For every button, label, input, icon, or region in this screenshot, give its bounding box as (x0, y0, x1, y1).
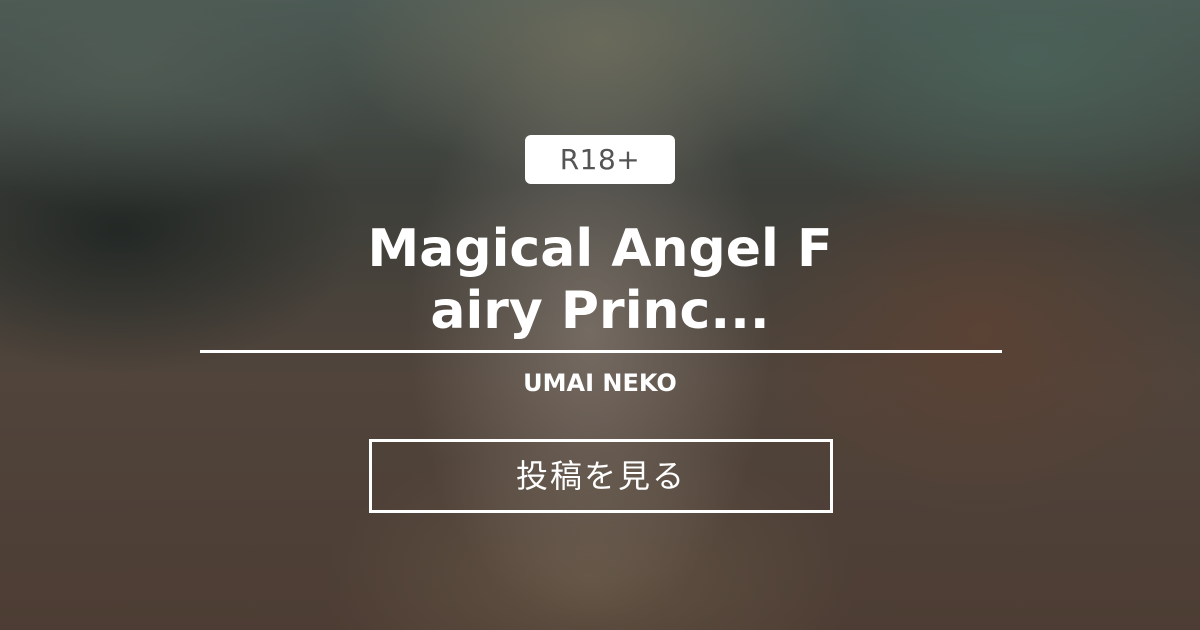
post-title-line-1: Magical Angel F (367, 219, 833, 279)
view-post-button[interactable]: 投稿を見る (369, 439, 833, 513)
title-divider (200, 350, 1002, 353)
post-title-line-2: airy Princ... (430, 281, 770, 341)
age-rating-badge: R18+ (525, 135, 675, 184)
author-name: UMAI NEKO (523, 369, 677, 397)
post-title: Magical Angel F airy Princ... (200, 218, 1000, 342)
